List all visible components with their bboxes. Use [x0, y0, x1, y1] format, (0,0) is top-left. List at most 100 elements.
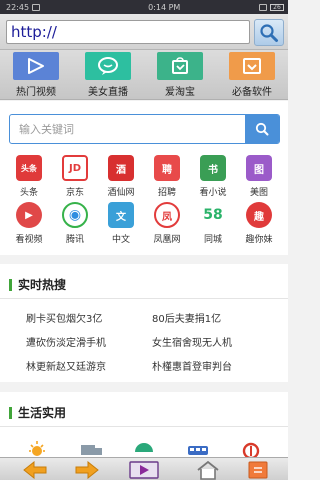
app-label: 招聘 — [157, 188, 176, 198]
feature-row: 热门视频 美女直播 爱淘宝 必备软件 — [0, 50, 288, 100]
app-label: 同城 — [203, 235, 222, 245]
feature-live[interactable]: 美女直播 — [72, 50, 144, 99]
app-ifeng[interactable]: 凤 凤凰网 — [144, 202, 190, 245]
video-play-icon: ▶ — [16, 202, 42, 228]
feature-label: 热门视频 — [16, 87, 56, 98]
app-toutiao[interactable]: 头条 头条 — [6, 155, 52, 198]
jd-icon: JD — [62, 155, 88, 181]
app-video[interactable]: ▶ 看视频 — [6, 202, 52, 245]
content-area: 头条 头条 JD 京东 酒 酒仙网 聘 招聘 书 看小说 图 美图 — [0, 101, 288, 457]
feature-label: 爱淘宝 — [165, 87, 195, 98]
book-icon: 书 — [200, 155, 226, 181]
hot-item[interactable]: 遭砍伤淡定滑手机 — [26, 334, 152, 349]
half-circle-icon[interactable] — [133, 438, 155, 457]
sun-icon[interactable] — [26, 438, 48, 457]
app-label: 中文 — [111, 235, 130, 245]
app-label: 看视频 — [15, 235, 43, 245]
app-zhaopin[interactable]: 聘 招聘 — [144, 155, 190, 198]
hot-item[interactable]: 刷卡买包烟欠3亿 — [26, 310, 152, 325]
bag-icon — [157, 52, 203, 80]
app-label: 美图 — [249, 188, 268, 198]
search-icon — [255, 122, 269, 136]
wine-icon: 酒 — [108, 155, 134, 181]
app-label: 看小说 — [199, 188, 227, 198]
url-input[interactable] — [6, 20, 250, 44]
status-time: 22:45 — [6, 2, 30, 12]
download-icon — [229, 52, 275, 80]
hot-search-title: 实时热搜 — [18, 278, 67, 292]
forward-arrow-icon — [75, 460, 99, 479]
back-button[interactable] — [20, 459, 50, 480]
section-bar — [9, 278, 12, 291]
chinese-book-icon: 文 — [108, 202, 134, 228]
menu-icon — [248, 461, 268, 478]
home-icon — [197, 460, 219, 480]
section-title: 实时热搜 — [9, 276, 66, 293]
app-jiuxian[interactable]: 酒 酒仙网 — [98, 155, 144, 198]
toutiao-icon: 头条 — [16, 155, 42, 181]
feature-label: 必备软件 — [232, 87, 272, 98]
hot-item[interactable]: 林更新赵又廷游京 — [26, 358, 152, 373]
hot-item[interactable]: 80后夫妻捐1亿 — [152, 310, 276, 325]
magnifier-icon — [260, 23, 278, 42]
search-card: 头条 头条 JD 京东 酒 酒仙网 聘 招聘 书 看小说 图 美图 — [0, 101, 288, 255]
app-chinese[interactable]: 文 中文 — [98, 202, 144, 245]
app-grid: 头条 头条 JD 京东 酒 酒仙网 聘 招聘 书 看小说 图 美图 ▶ 看视频 … — [6, 155, 282, 245]
video-icon — [129, 460, 159, 479]
app-label: 凤凰网 — [153, 235, 181, 245]
fun-icon: 趣 — [246, 202, 272, 228]
divider — [0, 298, 288, 299]
hot-search-card: 实时热搜 刷卡买包烟欠3亿 80后夫妻捐1亿 遭砍伤淡定滑手机 女生宿舍现无人机… — [0, 264, 288, 382]
forward-button[interactable] — [72, 459, 102, 480]
life-icons — [0, 438, 288, 457]
bottom-nav — [0, 457, 288, 480]
search-box — [9, 114, 280, 144]
feature-taobao[interactable]: 爱淘宝 — [144, 50, 216, 99]
search-button[interactable] — [245, 115, 279, 143]
battery-icon: 26 — [270, 3, 284, 11]
hot-list: 刷卡买包烟欠3亿 80后夫妻捐1亿 遭砍伤淡定滑手机 女生宿舍现无人机 林更新赵… — [26, 310, 276, 373]
app-label: 腾讯 — [65, 235, 84, 245]
notification-icon — [32, 3, 41, 11]
life-title: 生活实用 — [18, 406, 67, 420]
signal-icon — [259, 3, 267, 11]
app-novel[interactable]: 书 看小说 — [190, 155, 236, 198]
hot-item[interactable]: 朴槿惠首登审判台 — [152, 358, 276, 373]
app-label: 酒仙网 — [107, 188, 135, 198]
feature-hot-video[interactable]: 热门视频 — [0, 50, 72, 99]
app-jd[interactable]: JD 京东 — [52, 155, 98, 198]
life-card: 生活实用 — [0, 392, 288, 457]
app-label: 趣你妹 — [245, 235, 273, 245]
divider — [0, 426, 288, 427]
url-search-button[interactable] — [254, 19, 284, 46]
app-qunimei[interactable]: 趣 趣你妹 — [236, 202, 282, 245]
train-icon[interactable] — [240, 438, 262, 457]
app-meitu[interactable]: 图 美图 — [236, 155, 282, 198]
back-arrow-icon — [23, 460, 47, 479]
feature-software[interactable]: 必备软件 — [216, 50, 288, 99]
section-title: 生活实用 — [9, 404, 66, 421]
play-icon — [13, 52, 59, 80]
status-clock: 0:14 PM — [148, 2, 181, 12]
app-58[interactable]: 58 同城 — [190, 202, 236, 245]
chat-bubble-icon — [85, 52, 131, 80]
picture-icon: 图 — [246, 155, 272, 181]
hot-item[interactable]: 女生宿舍现无人机 — [152, 334, 276, 349]
app-tencent[interactable]: ◉ 腾讯 — [52, 202, 98, 245]
phoenix-icon: 凤 — [154, 202, 180, 228]
video-button[interactable] — [128, 459, 160, 480]
search-input[interactable] — [10, 115, 246, 143]
home-button[interactable] — [194, 459, 222, 480]
bus-icon[interactable] — [186, 438, 210, 457]
url-bar — [0, 14, 288, 50]
58-icon: 58 — [200, 202, 226, 228]
feature-label: 美女直播 — [88, 87, 128, 98]
status-bar: 22:45 0:14 PM 26 — [0, 0, 288, 14]
truck-icon[interactable] — [80, 438, 104, 457]
recruit-icon: 聘 — [154, 155, 180, 181]
section-bar — [9, 406, 12, 419]
app-label: 京东 — [65, 188, 84, 198]
tencent-icon: ◉ — [62, 202, 88, 228]
app-label: 头条 — [19, 188, 38, 198]
menu-button[interactable] — [246, 459, 270, 480]
